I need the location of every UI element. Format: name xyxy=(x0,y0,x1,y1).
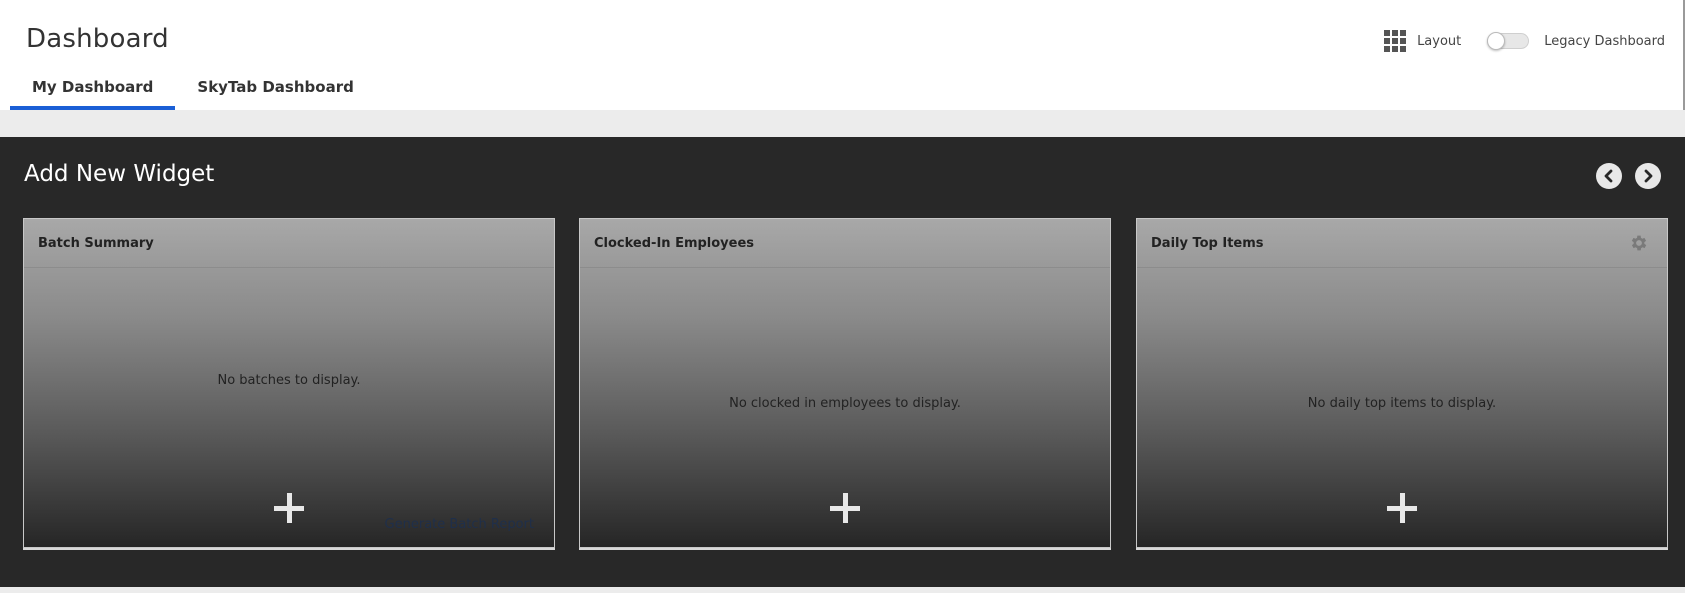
chevron-left-icon xyxy=(1604,169,1613,183)
empty-message: No clocked in employees to display. xyxy=(729,396,961,411)
add-widget-panel: Add New Widget Batch Summary No batches … xyxy=(0,137,1685,587)
empty-message: No daily top items to display. xyxy=(1307,396,1497,411)
next-widgets-button[interactable] xyxy=(1635,163,1661,189)
header-controls: Layout Legacy Dashboard xyxy=(1384,30,1665,52)
generate-batch-report-link[interactable]: Generate Batch Report xyxy=(385,517,534,532)
page-title: Dashboard xyxy=(26,24,169,54)
header-spacer xyxy=(0,110,1685,137)
legacy-dashboard-toggle[interactable] xyxy=(1487,32,1530,50)
widget-batch-summary[interactable]: Batch Summary No batches to display. Gen… xyxy=(23,218,555,548)
tab-my-dashboard[interactable]: My Dashboard xyxy=(10,74,176,110)
widget-title: Batch Summary xyxy=(38,235,154,251)
page-bottom-band xyxy=(0,587,1685,593)
dashboard-header: Dashboard My Dashboard SkyTab Dashboard … xyxy=(0,0,1685,110)
chevron-right-icon xyxy=(1644,169,1653,183)
widget-title: Clocked-In Employees xyxy=(594,235,755,251)
widget-header: Batch Summary xyxy=(24,219,554,268)
widget-title: Daily Top Items xyxy=(1151,235,1264,251)
widget-header: Daily Top Items xyxy=(1137,219,1667,268)
dashboard-tabs: My Dashboard SkyTab Dashboard xyxy=(10,74,376,110)
tab-skytab-dashboard[interactable]: SkyTab Dashboard xyxy=(175,74,375,106)
empty-message: No batches to display. xyxy=(217,373,361,388)
grid-icon[interactable] xyxy=(1384,30,1408,52)
legacy-dashboard-label: Legacy Dashboard xyxy=(1544,33,1665,49)
toggle-knob xyxy=(1487,32,1506,50)
widget-header: Clocked-In Employees xyxy=(580,219,1110,268)
previous-widgets-button[interactable] xyxy=(1596,163,1622,189)
layout-button[interactable]: Layout xyxy=(1417,34,1461,49)
widget-daily-top-items[interactable]: Daily Top Items No daily top items to di… xyxy=(1136,218,1668,548)
plus-icon[interactable] xyxy=(1385,491,1419,525)
gear-icon[interactable] xyxy=(1629,233,1649,253)
plus-icon[interactable] xyxy=(828,491,862,525)
widget-clocked-in-employees[interactable]: Clocked-In Employees No clocked in emplo… xyxy=(579,218,1111,548)
panel-title: Add New Widget xyxy=(24,161,215,187)
plus-icon[interactable] xyxy=(272,491,306,525)
